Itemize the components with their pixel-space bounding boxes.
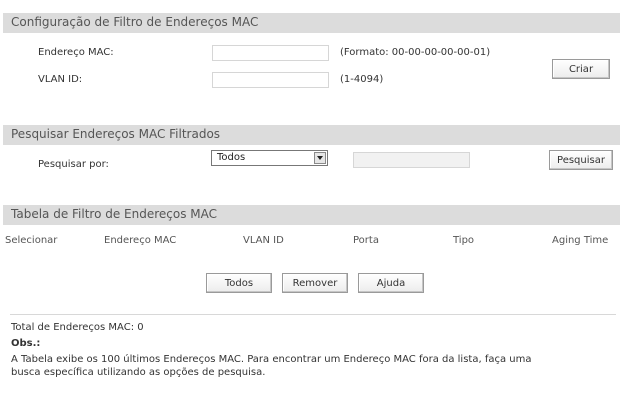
vlan-range-hint: (1-4094) [340,74,384,85]
search-section-title: Pesquisar Endereços MAC Filtrados [11,127,221,141]
note-line-2: busca específica utilizando as opções de… [11,367,266,378]
footer-divider [10,314,616,315]
search-query-input[interactable] [353,152,470,168]
search-button[interactable]: Pesquisar [549,150,613,170]
vlan-id-input[interactable] [212,72,329,88]
select-all-button[interactable]: Todos [206,273,272,293]
config-section-title: Configuração de Filtro de Endereços MAC [11,15,259,29]
column-header-port: Porta [353,235,379,246]
obs-label: Obs.: [11,338,41,349]
column-header-select: Selecionar [5,235,58,246]
search-by-label: Pesquisar por: [38,159,109,170]
remove-button[interactable]: Remover [282,273,348,293]
column-header-type: Tipo [453,235,475,246]
help-button[interactable]: Ajuda [358,273,424,293]
vlan-id-label: VLAN ID: [38,74,83,85]
column-header-vlan-id: VLAN ID [243,235,284,246]
mac-address-label: Endereço MAC: [38,47,114,58]
column-header-mac-address: Endereço MAC [104,235,177,246]
search-section-header: Pesquisar Endereços MAC Filtrados [3,125,620,145]
search-by-select[interactable]: Todos [211,150,328,166]
mac-format-hint: (Formato: 00-00-00-00-00-01) [340,47,491,58]
create-button[interactable]: Criar [552,59,610,79]
chevron-down-icon[interactable] [314,152,326,164]
chevron-down-icon-glyph [317,156,323,160]
table-section-header: Tabela de Filtro de Endereços MAC [3,205,620,225]
total-mac-count: Total de Endereços MAC: 0 [11,322,144,333]
mac-address-input[interactable] [212,45,329,61]
search-by-selected-value: Todos [217,152,246,163]
note-line-1: A Tabela exibe os 100 últimos Endereços … [11,354,532,365]
config-section-header: Configuração de Filtro de Endereços MAC [3,13,620,33]
table-section-title: Tabela de Filtro de Endereços MAC [11,207,218,221]
column-header-aging-time: Aging Time [552,235,609,246]
